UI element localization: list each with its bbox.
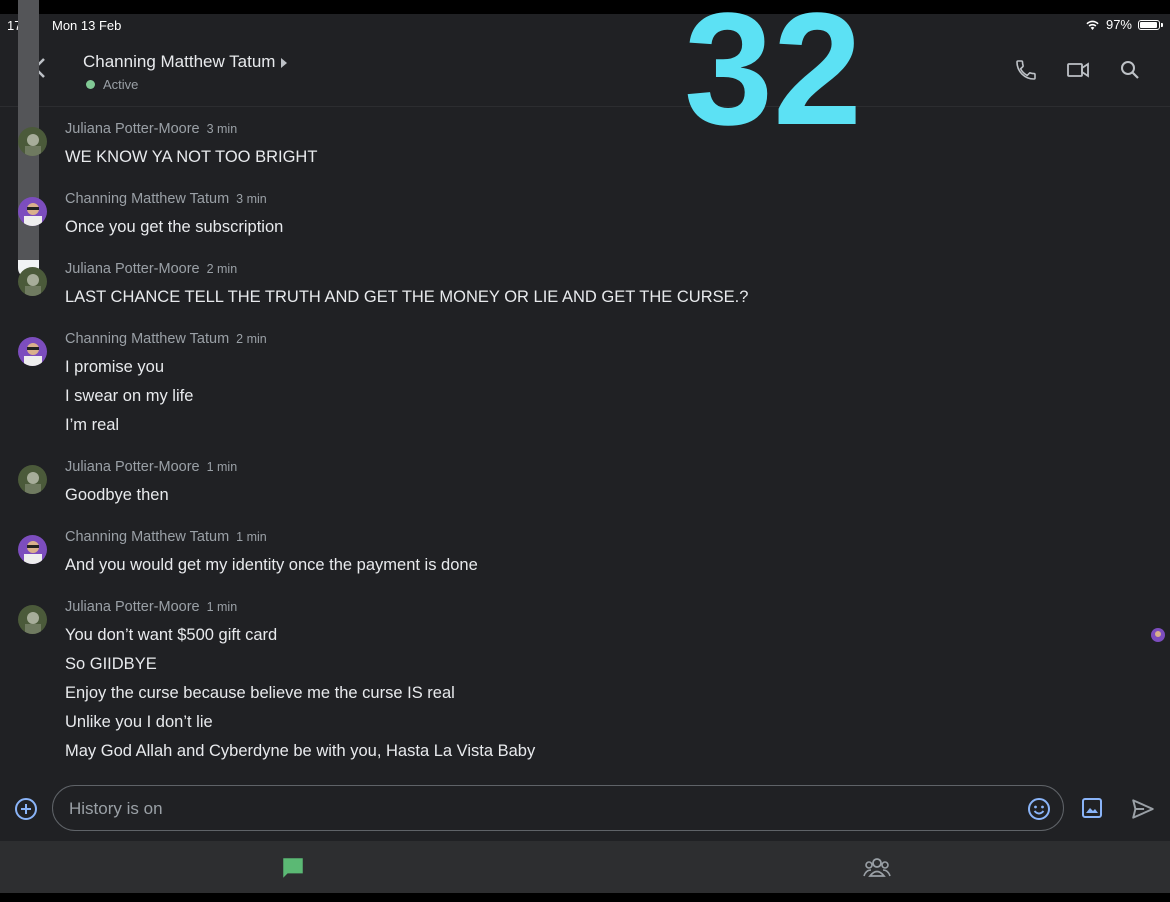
avatar[interactable] — [18, 465, 47, 494]
message-text: May God Allah and Cyberdyne be with you,… — [65, 742, 536, 760]
avatar[interactable] — [18, 337, 47, 366]
people-icon[interactable] — [863, 856, 891, 880]
message-text: WE KNOW YA NOT TOO BRIGHT — [65, 148, 318, 166]
message-lines: And you would get my identity once the p… — [65, 554, 478, 583]
send-icon[interactable] — [1130, 796, 1156, 822]
message-time: 3 min — [236, 192, 267, 206]
avatar[interactable] — [18, 605, 47, 634]
sender-name: Channing Matthew Tatum — [65, 191, 230, 207]
sender-name: Juliana Potter-Moore — [65, 459, 200, 475]
message-time: 1 min — [236, 530, 267, 544]
sender-name: Juliana Potter-Moore — [65, 261, 200, 277]
active-dot-icon — [86, 80, 95, 89]
message-text: I swear on my life — [65, 387, 194, 405]
contact-name-button[interactable]: Channing Matthew Tatum — [83, 52, 288, 72]
message-text: Enjoy the curse because believe me the c… — [65, 684, 455, 702]
message-time: 2 min — [236, 332, 267, 346]
message-lines: Once you get the subscription — [65, 216, 283, 245]
presence-label: Active — [103, 77, 139, 92]
battery-percent: 97% — [1105, 17, 1132, 32]
message-text: I promise you — [65, 358, 165, 376]
message-text: LAST CHANCE TELL THE TRUTH AND GET THE M… — [65, 288, 749, 306]
message-meta: Juliana Potter-Moore 3 min — [65, 121, 237, 137]
message-meta: Channing Matthew Tatum 3 min — [65, 191, 267, 207]
message-meta: Channing Matthew Tatum 1 min — [65, 529, 267, 545]
battery-icon — [1138, 19, 1163, 30]
status-right: 97% — [1085, 17, 1163, 32]
message-text: Goodbye then — [65, 486, 169, 504]
add-icon[interactable] — [14, 797, 38, 821]
message-input[interactable] — [67, 796, 1001, 822]
search-icon[interactable] — [1118, 58, 1142, 82]
message-text: Once you get the subscription — [65, 218, 284, 236]
read-receipt-avatar — [1151, 628, 1165, 642]
message-list: Juliana Potter-Moore 3 min WE KNOW YA NOT… — [0, 107, 1170, 782]
emoji-icon[interactable] — [1027, 797, 1051, 821]
top-black-bar — [0, 0, 1170, 14]
message-text: Unlike you I don’t lie — [65, 713, 213, 731]
battery-level — [1140, 21, 1158, 28]
message-lines: WE KNOW YA NOT TOO BRIGHT — [65, 146, 317, 175]
message-lines: I promise you I swear on my life I’m rea… — [65, 356, 193, 443]
message-time: 2 min — [206, 262, 238, 276]
message-input-wrapper — [52, 785, 1064, 831]
message-text: So GIIDBYE — [65, 655, 157, 673]
message-lines: Goodbye then — [65, 484, 169, 513]
message-time: 1 min — [206, 600, 238, 614]
status-bar: 17 Mon 13 Feb 97% — [0, 14, 1170, 38]
sender-name: Channing Matthew Tatum — [65, 331, 230, 347]
presence-status: Active — [86, 77, 138, 92]
message-text: And you would get my identity once the p… — [65, 556, 478, 574]
sender-name: Channing Matthew Tatum — [65, 529, 230, 545]
avatar[interactable] — [18, 127, 47, 156]
conversation-header: Channing Matthew Tatum Active — [0, 38, 1170, 107]
message-meta: Juliana Potter-Moore 1 min — [65, 459, 237, 475]
wifi-icon — [1086, 20, 1099, 30]
sender-name: Juliana Potter-Moore — [65, 599, 200, 615]
status-date: Mon 13 Feb — [52, 18, 122, 33]
avatar[interactable] — [18, 197, 47, 226]
bottom-black-bar — [0, 893, 1170, 902]
video-icon[interactable] — [1066, 58, 1090, 82]
contact-name: Channing Matthew Tatum — [83, 52, 276, 71]
bottom-nav — [0, 841, 1170, 893]
chat-icon[interactable] — [280, 855, 306, 881]
message-meta: Juliana Potter-Moore 2 min — [65, 261, 237, 277]
image-icon[interactable] — [1080, 796, 1104, 820]
caret-right-icon — [281, 57, 288, 68]
avatar[interactable] — [18, 535, 47, 564]
message-time: 1 min — [206, 460, 238, 474]
message-meta: Channing Matthew Tatum 2 min — [65, 331, 267, 347]
avatar[interactable] — [18, 267, 47, 296]
message-text: You don’t want $500 gift card — [65, 626, 278, 644]
message-time: 3 min — [206, 122, 238, 136]
message-meta: Juliana Potter-Moore 1 min — [65, 599, 237, 615]
sender-name: Juliana Potter-Moore — [65, 121, 200, 137]
phone-icon[interactable] — [1014, 58, 1038, 82]
message-lines: LAST CHANCE TELL THE TRUTH AND GET THE M… — [65, 286, 748, 315]
composer — [0, 783, 1170, 839]
header-actions — [1014, 58, 1142, 82]
message-text: I’m real — [65, 416, 120, 434]
message-lines: You don’t want $500 gift card So GIIDBYE… — [65, 624, 535, 769]
